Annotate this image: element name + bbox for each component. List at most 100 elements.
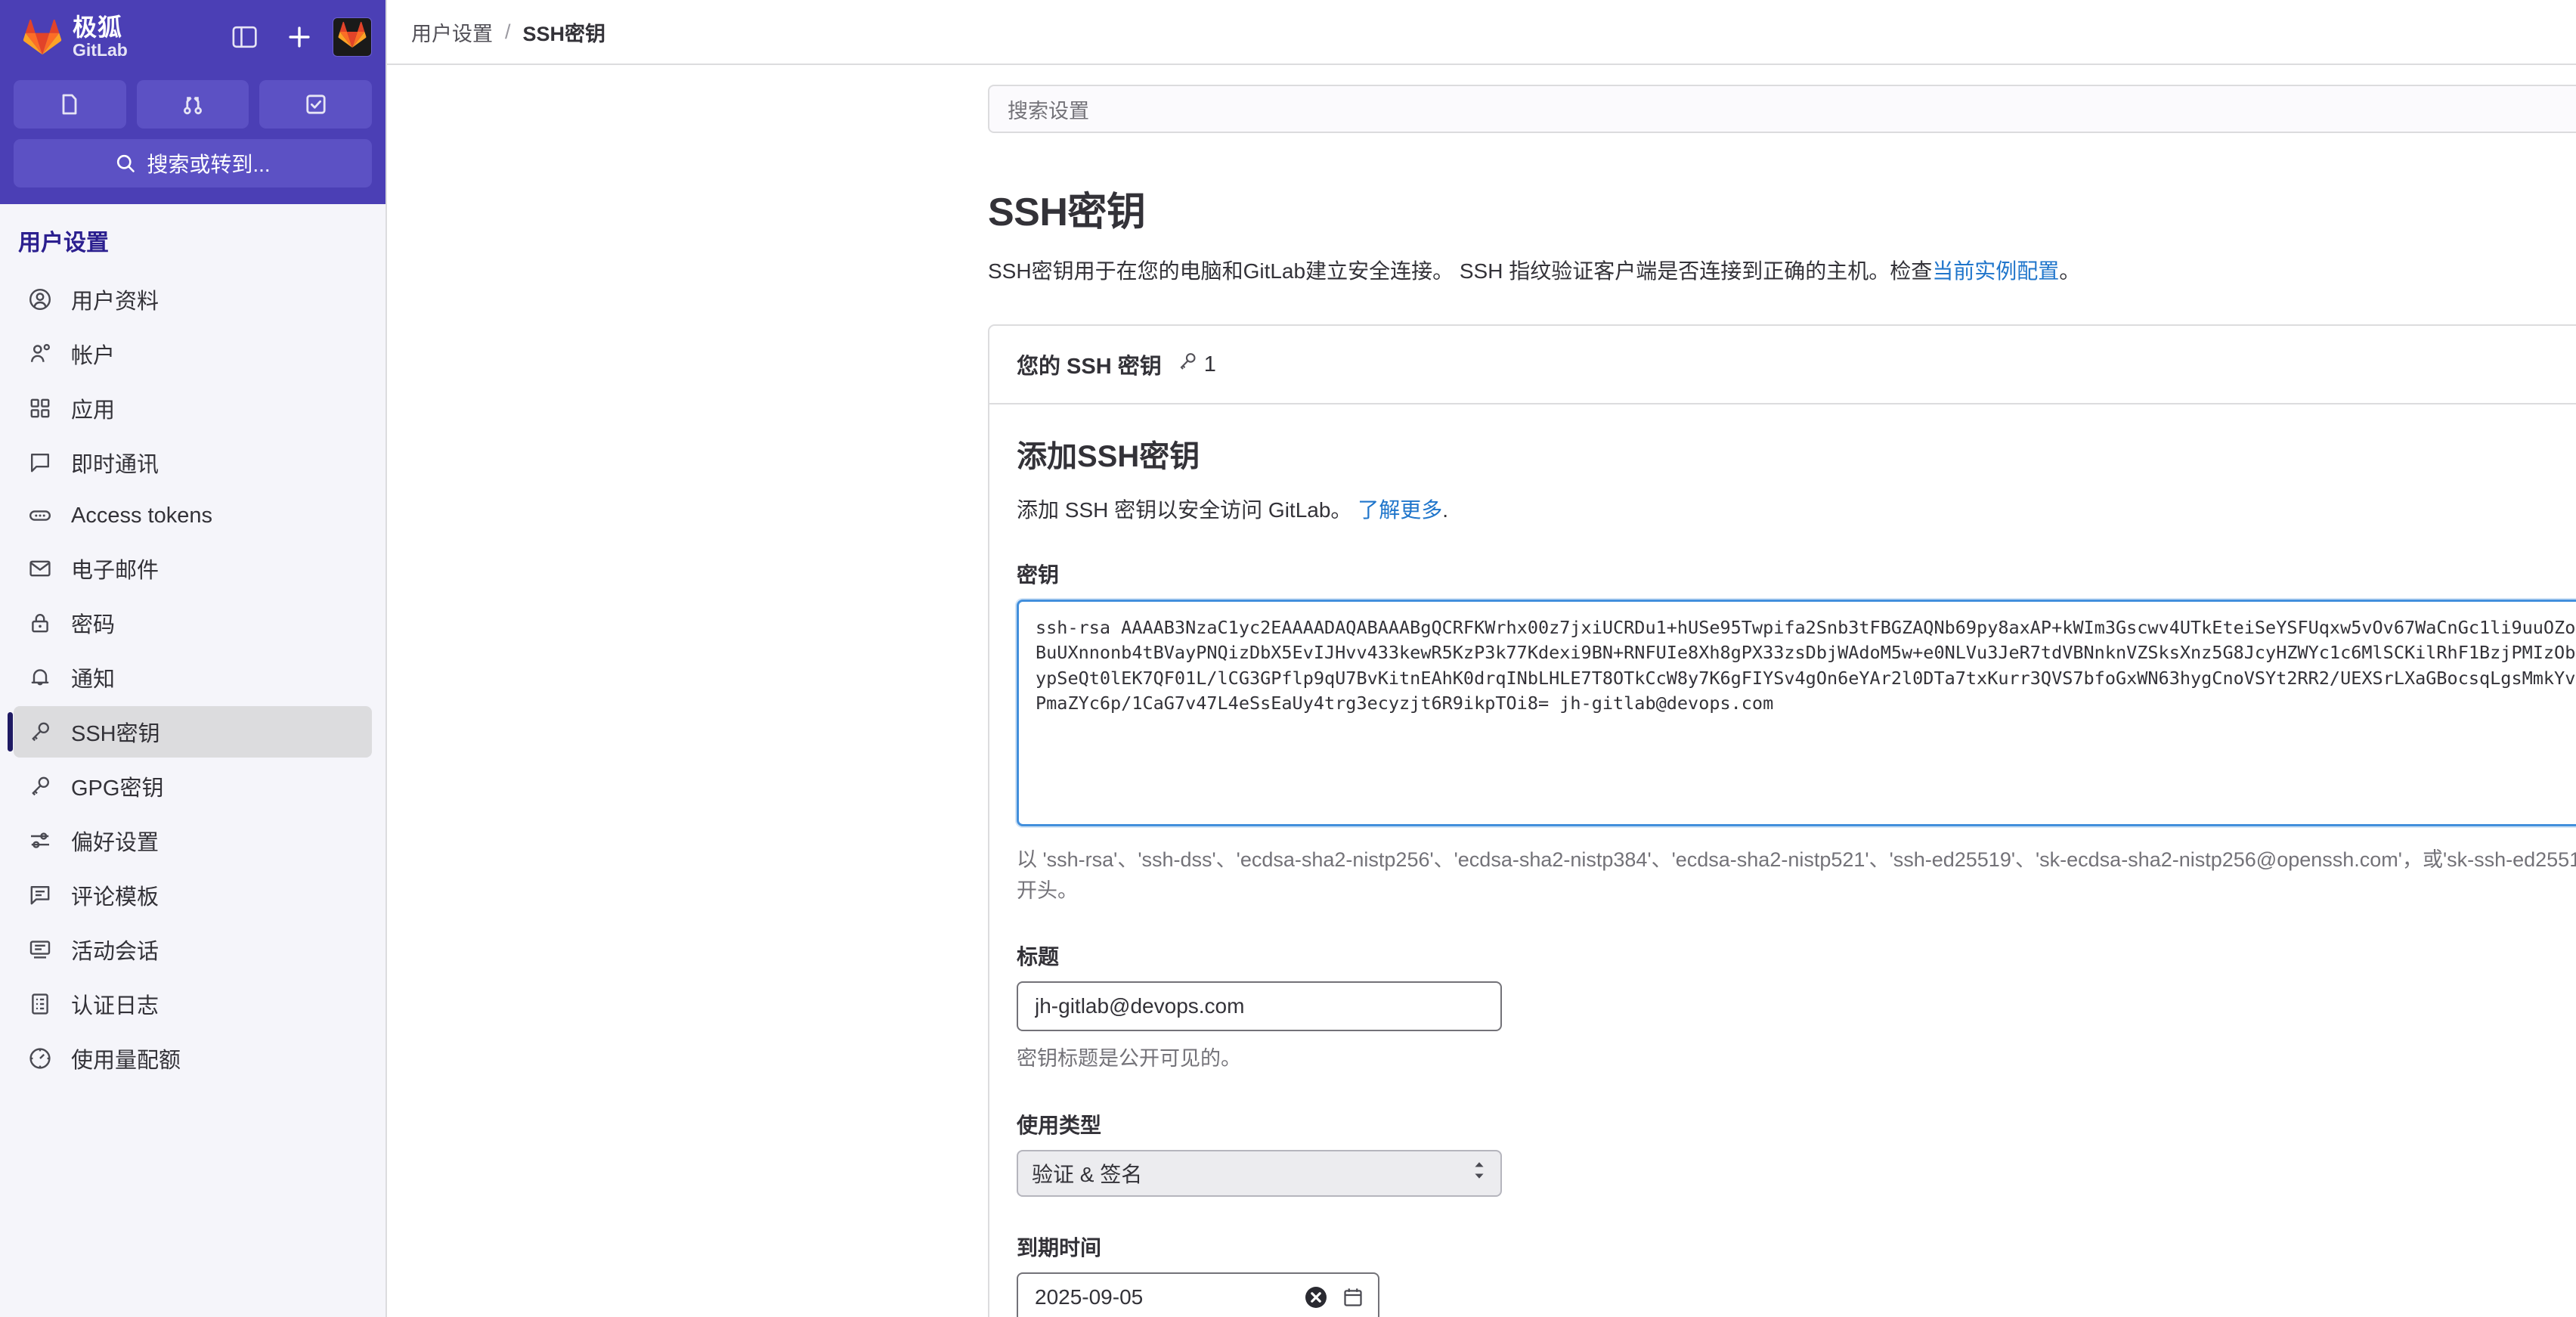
global-search-button[interactable]: 搜索或转到... (14, 139, 372, 187)
todo-checkbox-icon (306, 95, 326, 114)
sidebar: 极狐 GitLab 搜索或转到... 用户设置 用户资料 帐户 应用 即时通讯 … (0, 0, 387, 1317)
usage-type-field-label: 使用类型 (1017, 1113, 1102, 1137)
expires-field-group: 到期时间 2025-09-05 (1017, 1232, 2576, 1317)
comment-template-icon (26, 881, 54, 910)
page-title: SSH密钥 (988, 191, 1146, 234)
title-field-help: 密钥标题是公开可见的。 (1017, 1047, 1241, 1070)
sidebar-quick-links (14, 80, 373, 129)
sidebar-item-label: 评论模板 (71, 885, 159, 910)
sidebar-item-label: 活动会话 (71, 940, 159, 964)
monitor-icon (26, 935, 54, 964)
sidebar-item-notifications[interactable]: 通知 (14, 652, 372, 703)
user-avatar[interactable] (333, 17, 372, 57)
breadcrumb-separator: / (505, 20, 511, 43)
sidebar-item-label: 即时通讯 (71, 453, 159, 477)
settings-search-placeholder: 搜索设置 (1008, 99, 1089, 122)
learn-more-link[interactable]: 了解更多 (1358, 498, 1442, 522)
brand-name-cn: 极狐 (73, 14, 123, 41)
ssh-keys-card: 您的 SSH 密钥 1 添加SSH密钥 添加 SSH 密钥以安全访问 GitLa… (988, 324, 2576, 1317)
main-content: 用户设置 / SSH密钥 搜索设置 SSH密钥 SSH密钥用于在您的电脑和Git… (387, 0, 2576, 1317)
sidebar-item-authentication-log[interactable]: 认证日志 (14, 978, 372, 1030)
ssh-key-textarea[interactable] (1017, 600, 2576, 826)
sidebar-item-label: Access tokens (71, 503, 212, 528)
bell-icon (26, 663, 54, 692)
sidebar-section-title: 用户设置 (18, 231, 109, 256)
breadcrumb-current: SSH密钥 (522, 22, 606, 45)
add-ssh-key-form: 添加SSH密钥 添加 SSH 密钥以安全访问 GitLab。 了解更多. 密钥 (989, 404, 2576, 1317)
sidebar-nav-list: 用户资料 帐户 应用 即时通讯 Access tokens 电子邮件 密码 通知… (0, 274, 385, 1084)
sidebar-item-password[interactable]: 密码 (14, 597, 372, 649)
title-field-group: 标题 密钥标题是公开可见的。 (1017, 940, 2576, 1074)
envelope-icon (26, 554, 54, 583)
token-ellipsis-icon (26, 501, 54, 530)
chevron-updown-icon (1470, 1161, 1488, 1185)
sidebar-item-emails[interactable]: 电子邮件 (14, 543, 372, 594)
sidebar-item-label: 使用量配额 (71, 1049, 181, 1073)
title-field-label: 标题 (1017, 945, 1060, 968)
sidebar-item-applications[interactable]: 应用 (14, 383, 372, 434)
merge-requests-shortcut-button[interactable] (136, 80, 249, 129)
plus-icon (289, 26, 310, 48)
expires-field-label: 到期时间 (1017, 1235, 1102, 1260)
sidebar-item-account[interactable]: 帐户 (14, 328, 372, 380)
todos-shortcut-button[interactable] (259, 80, 373, 129)
issues-shortcut-button[interactable] (14, 80, 126, 129)
page-description: SSH密钥用于在您的电脑和GitLab建立安全连接。 SSH 指纹验证客户端是否… (988, 255, 2576, 285)
key-title-input[interactable] (1017, 981, 1502, 1031)
ssh-keys-card-title: 您的 SSH 密钥 (1017, 355, 1162, 379)
create-new-button[interactable] (278, 16, 320, 58)
log-list-icon (26, 990, 54, 1018)
usage-type-select[interactable]: 验证 & 签名 (1017, 1149, 1502, 1197)
toggle-sidebar-button[interactable] (224, 16, 266, 58)
add-key-desc-text: 添加 SSH 密钥以安全访问 GitLab。 (1017, 498, 1352, 522)
brand-row: 极狐 GitLab (14, 11, 372, 64)
sidebar-item-comment-templates[interactable]: 评论模板 (14, 869, 372, 921)
key-icon (1177, 351, 1198, 378)
clear-circle-icon[interactable] (1304, 1285, 1328, 1309)
sidebar-item-label: 电子邮件 (71, 559, 159, 583)
key-field-group: 密钥 以 'ssh-rsa'、'ssh-dss'、'ecdsa-sha2-nis… (1017, 559, 2576, 906)
key-icon (26, 772, 54, 801)
ssh-keys-card-header: 您的 SSH 密钥 1 (989, 326, 2576, 404)
panel-toggle-icon (232, 26, 257, 48)
applications-grid-icon (26, 394, 54, 423)
sidebar-item-access-tokens[interactable]: Access tokens (14, 491, 372, 540)
sidebar-item-profile[interactable]: 用户资料 (14, 274, 372, 325)
sidebar-item-label: 密码 (71, 613, 116, 637)
page-description-text: SSH密钥用于在您的电脑和GitLab建立安全连接。 SSH 指纹验证客户端是否… (988, 259, 1933, 283)
issue-icon (62, 94, 77, 115)
sidebar-header-actions (224, 16, 372, 58)
sidebar-item-label: 应用 (71, 398, 116, 423)
calendar-icon[interactable] (1342, 1286, 1364, 1309)
sidebar-item-gpg-keys[interactable]: GPG密钥 (14, 761, 372, 812)
brand-logo-group[interactable]: 极狐 GitLab (14, 15, 128, 59)
chat-bubble-icon (26, 448, 54, 477)
instance-configuration-link[interactable]: 当前实例配置 (1932, 259, 2059, 283)
preferences-sliders-icon (26, 826, 54, 855)
breadcrumb: 用户设置 / SSH密钥 (387, 0, 2576, 65)
sidebar-item-label: 帐户 (71, 344, 116, 368)
sidebar-item-active-sessions[interactable]: 活动会话 (14, 924, 372, 975)
sidebar-item-preferences[interactable]: 偏好设置 (14, 815, 372, 866)
key-icon (26, 717, 54, 746)
sidebar-item-label: SSH密钥 (71, 722, 160, 746)
ssh-keys-count-badge: 1 (1177, 351, 1216, 378)
avatar-tanuki-icon (338, 21, 367, 48)
brand-text: 极狐 GitLab (73, 15, 128, 59)
sidebar-item-label: 认证日志 (71, 994, 159, 1018)
add-key-desc-tail: . (1442, 498, 1448, 522)
sidebar-item-usage-quotas[interactable]: 使用量配额 (14, 1033, 372, 1084)
sidebar-item-chat[interactable]: 即时通讯 (14, 437, 372, 488)
sidebar-item-ssh-keys[interactable]: SSH密钥 (8, 706, 372, 758)
quota-gauge-icon (26, 1044, 54, 1073)
key-field-label: 密钥 (1017, 563, 1060, 587)
account-gear-icon (26, 339, 54, 368)
settings-search-input[interactable]: 搜索设置 (988, 85, 2576, 133)
sidebar-item-label: 偏好设置 (71, 831, 159, 855)
page-description-tail: 。 (2059, 259, 2081, 283)
expires-date-input[interactable]: 2025-09-05 (1017, 1272, 1379, 1317)
content-inner: 搜索设置 SSH密钥 SSH密钥用于在您的电脑和GitLab建立安全连接。 SS… (988, 85, 2576, 1317)
usage-type-selected-value: 验证 & 签名 (1032, 1162, 1143, 1186)
sidebar-item-label: GPG密钥 (71, 776, 164, 801)
breadcrumb-parent[interactable]: 用户设置 (411, 17, 493, 47)
